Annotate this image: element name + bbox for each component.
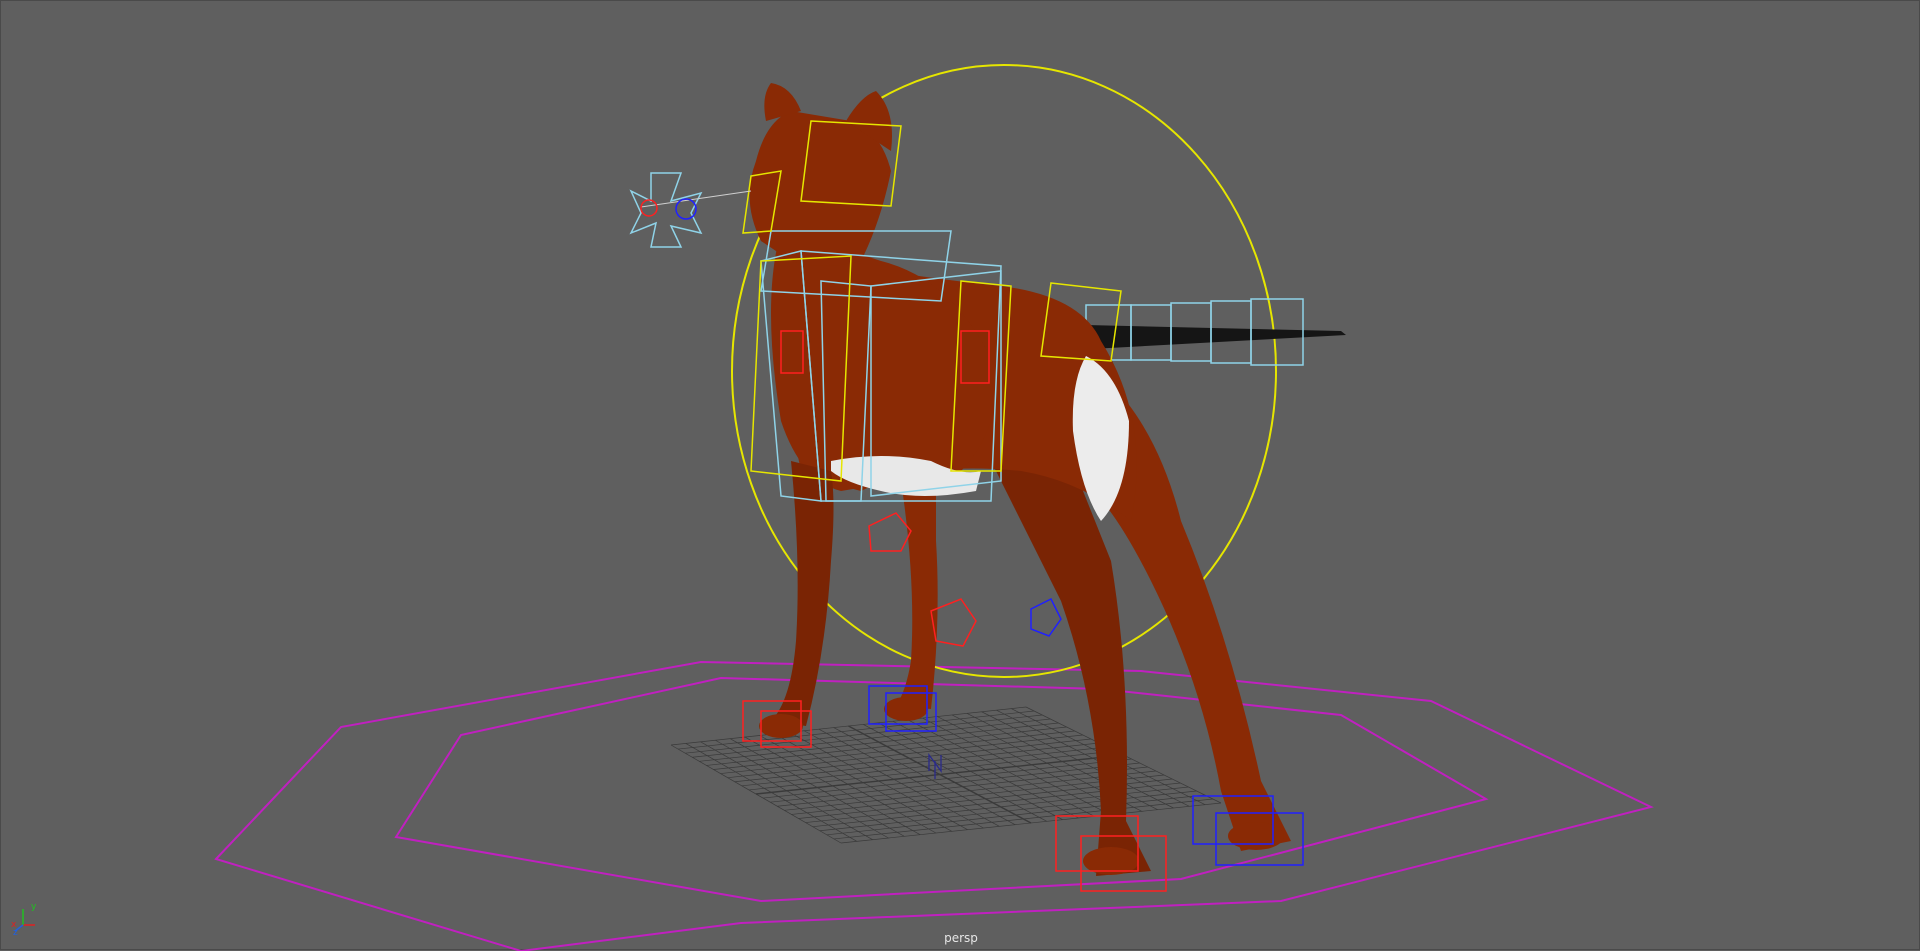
look-at-control[interactable]: [629, 172, 752, 248]
scene-canvas[interactable]: [1, 1, 1920, 951]
svg-text:y: y: [31, 902, 37, 912]
inner-ground-octagon[interactable]: [394, 676, 1489, 903]
tail-mesh: [1086, 325, 1346, 349]
right-ik-pole-controls[interactable]: [1030, 597, 1062, 637]
outer-ground-octagon[interactable]: [214, 660, 1654, 951]
camera-name-label: persp: [944, 931, 978, 945]
axis-gizmo-icon: y x z: [11, 902, 37, 935]
maya-3d-viewport[interactable]: y x z persp: [0, 0, 1920, 951]
left-eye-target[interactable]: [640, 199, 658, 217]
